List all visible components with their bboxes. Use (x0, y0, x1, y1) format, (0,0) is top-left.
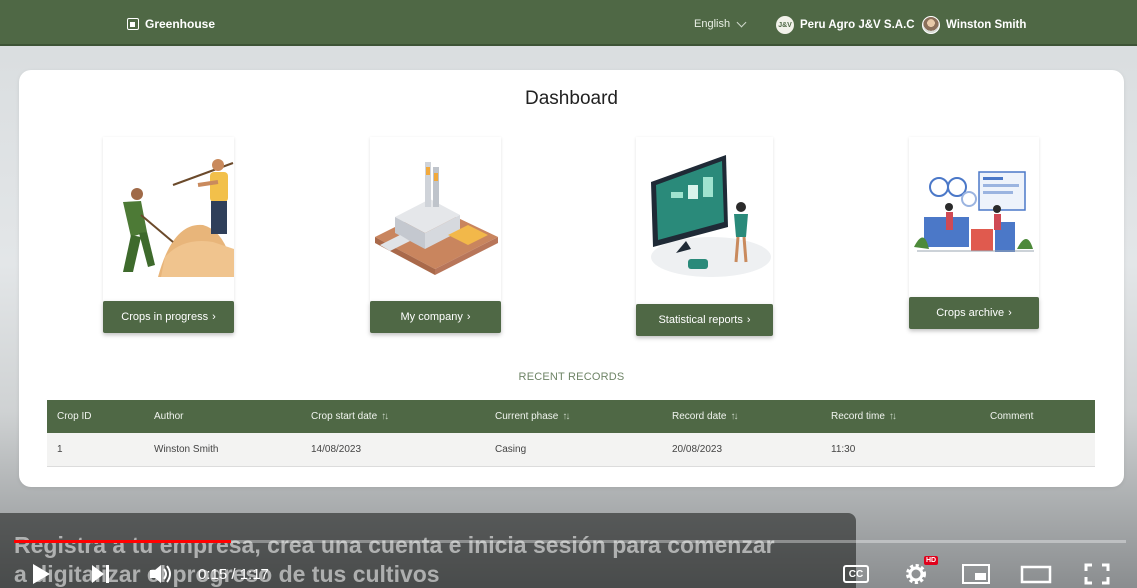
statistics-illustration-icon (651, 155, 771, 277)
chevron-down-icon (736, 17, 747, 27)
play-button[interactable] (30, 560, 52, 588)
column-label: Current phase (495, 411, 559, 422)
column-label: Comment (990, 411, 1034, 422)
theater-icon (1020, 565, 1052, 584)
sort-icon[interactable]: ↑↓ (889, 411, 897, 422)
my-company-label: My company (400, 311, 463, 323)
page-title: Dashboard (525, 88, 618, 109)
column-label: Record date (672, 411, 727, 422)
column-record-time[interactable]: Record time ↑↓ (831, 400, 897, 433)
my-company-button[interactable]: My company › (370, 301, 501, 333)
miniplayer-icon (962, 564, 990, 584)
video-controls: 0:15 / 1:17 CC (0, 560, 1137, 588)
user-menu[interactable]: Winston Smith (922, 16, 1026, 34)
tile-crops-in-progress[interactable]: Crops in progress › (103, 137, 234, 333)
recent-records-title: RECENT RECORDS (518, 371, 625, 383)
column-crop-start-date[interactable]: Crop start date ↑↓ (311, 400, 389, 433)
sort-icon[interactable]: ↑↓ (381, 411, 389, 422)
volume-button[interactable] (148, 560, 174, 588)
video-progress-bar[interactable] (14, 540, 1126, 543)
top-navbar: Greenhouse English J&V Peru Agro J&V S.A… (0, 0, 1137, 46)
theater-mode-button[interactable] (1020, 560, 1052, 588)
column-comment: Comment (990, 400, 1033, 433)
column-label: Record time (831, 411, 885, 422)
captions-button[interactable]: CC (843, 560, 869, 588)
cell-current-phase: Casing (495, 444, 527, 455)
factory-illustration-icon (375, 162, 498, 275)
company-menu[interactable]: J&V Peru Agro J&V S.A.C (776, 16, 915, 34)
column-current-phase[interactable]: Current phase ↑↓ (495, 400, 570, 433)
user-name: Winston Smith (946, 19, 1027, 31)
statistical-reports-button[interactable]: Statistical reports › (636, 304, 773, 336)
crops-in-progress-button[interactable]: Crops in progress › (103, 301, 234, 333)
fullscreen-icon (1084, 563, 1110, 585)
skip-next-icon (92, 565, 109, 583)
cell-record-date: 20/08/2023 (672, 444, 723, 455)
column-label: Crop ID (57, 411, 92, 422)
time-display: 0:15 / 1:17 (198, 565, 269, 583)
chevron-right-icon: › (1008, 307, 1012, 319)
cell-crop-id: 1 (57, 444, 63, 455)
tile-statistical-reports[interactable]: Statistical reports › (636, 137, 773, 336)
tile-my-company[interactable]: My company › (370, 137, 501, 333)
archive-illustration-icon (914, 171, 1034, 252)
cell-author: Winston Smith (154, 444, 219, 455)
statistical-reports-label: Statistical reports (658, 314, 743, 326)
table-header: Crop ID Author Crop start date ↑↓ Curren… (47, 400, 1095, 433)
column-label: Author (154, 411, 184, 422)
video-progress-fill (14, 540, 231, 543)
chevron-right-icon: › (466, 311, 471, 323)
crops-archive-button[interactable]: Crops archive › (909, 297, 1039, 329)
hd-badge: HD (924, 556, 939, 565)
brand-label: Greenhouse (145, 17, 216, 31)
brand-link[interactable]: Greenhouse (127, 17, 215, 31)
crops-archive-label: Crops archive (936, 307, 1005, 319)
avatar (922, 16, 940, 34)
company-logo: J&V (776, 16, 794, 34)
language-label: English (694, 18, 731, 30)
cell-crop-start-date: 14/08/2023 (311, 444, 362, 455)
company-name: Peru Agro J&V S.A.C (800, 19, 915, 31)
language-select[interactable]: English (694, 17, 747, 30)
farmers-illustration-icon (123, 159, 234, 277)
chevron-right-icon: › (212, 311, 216, 323)
greenhouse-icon (127, 18, 139, 30)
crops-in-progress-label: Crops in progress (121, 311, 209, 323)
column-record-date[interactable]: Record date ↑↓ (672, 400, 738, 433)
chevron-right-icon: › (746, 314, 751, 326)
caption-line-1: Registra a tu empresa, crea una cuenta e… (14, 532, 775, 558)
volume-icon (150, 565, 171, 583)
fullscreen-button[interactable] (1083, 560, 1111, 588)
column-crop-id: Crop ID (57, 400, 91, 433)
table-row[interactable]: 1 Winston Smith 14/08/2023 Casing 20/08/… (47, 433, 1095, 467)
sort-icon[interactable]: ↑↓ (730, 411, 738, 422)
recent-records-table: Crop ID Author Crop start date ↑↓ Curren… (47, 400, 1095, 467)
next-button[interactable] (90, 560, 112, 588)
column-label: Crop start date (311, 411, 378, 422)
dashboard-card: Dashboard Crops in progress › My company… (19, 70, 1124, 487)
cell-record-time: 11:30 (831, 444, 856, 455)
tile-crops-archive[interactable]: Crops archive › (909, 137, 1039, 329)
cc-icon: CC (843, 565, 869, 583)
sort-icon[interactable]: ↑↓ (562, 411, 570, 422)
miniplayer-button[interactable] (961, 560, 991, 588)
column-author: Author (154, 400, 183, 433)
play-icon (33, 564, 50, 584)
